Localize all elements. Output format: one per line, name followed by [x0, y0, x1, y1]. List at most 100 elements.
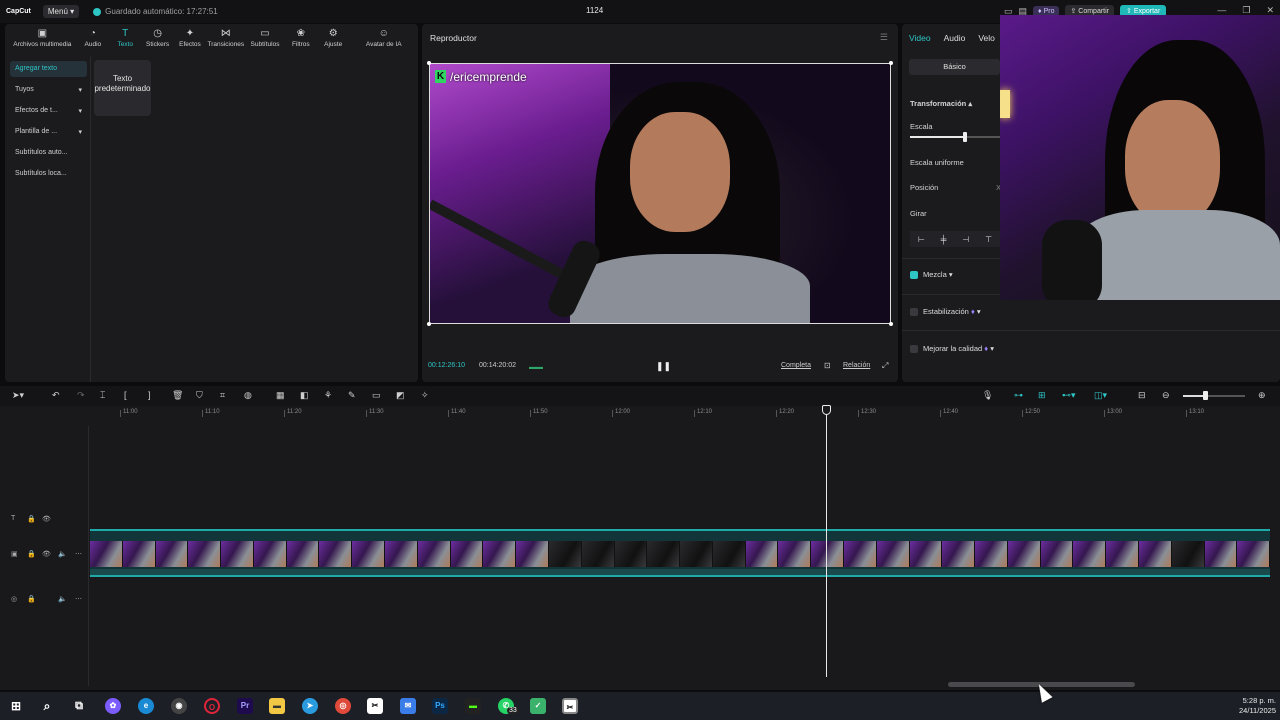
premiere-icon[interactable]: Pr — [237, 698, 253, 714]
zoom-handle[interactable] — [1203, 391, 1208, 400]
resize-handle[interactable] — [427, 61, 431, 65]
speed-icon[interactable]: ◍ — [244, 390, 252, 401]
project-title[interactable]: 1124 — [586, 6, 603, 15]
copilot-icon[interactable]: ✿ — [105, 698, 121, 714]
search-icon[interactable]: ⌕ — [39, 698, 55, 714]
photoshop-icon[interactable]: Ps — [432, 698, 448, 714]
redo-icon[interactable]: ↷ — [77, 390, 85, 401]
side-item-templates[interactable]: Plantilla de ... ▾ — [10, 124, 87, 140]
align-left-icon[interactable]: ⊢ — [918, 235, 925, 244]
tab-subtitles[interactable]: ▭ Subtítulos — [245, 28, 284, 48]
scale-slider[interactable] — [910, 132, 1000, 142]
preview-axis-icon[interactable]: ⊷▾ — [1062, 390, 1076, 401]
default-text-card[interactable]: Texto predeterminado — [94, 60, 151, 116]
file-explorer-icon[interactable]: ▬ — [269, 698, 285, 714]
fullscreen-icon[interactable]: ⤢ — [882, 361, 888, 371]
ai-tool-icon[interactable]: ✎ — [348, 390, 356, 401]
eye-icon[interactable]: 👁 — [42, 550, 51, 558]
align-center-icon[interactable]: ╪ — [941, 235, 947, 244]
side-item-mine[interactable]: Tuyos ▾ — [10, 82, 87, 98]
windows-start-icon[interactable]: ⊞ — [8, 698, 24, 714]
split-icon[interactable]: ⌶ — [100, 390, 105, 401]
pause-button[interactable]: ❚❚ — [656, 361, 671, 372]
undo-icon[interactable]: ↶ — [52, 390, 60, 401]
marker-icon[interactable]: ⛉ — [196, 390, 203, 401]
stabilization-label[interactable]: Estabilización ♦ ▾ — [923, 307, 981, 316]
lock-icon[interactable]: 🔒 — [27, 550, 36, 558]
tab-effects[interactable]: ✦ Efectos — [174, 28, 206, 48]
blend-checkbox[interactable] — [910, 271, 918, 279]
enhance-checkbox[interactable] — [910, 345, 918, 353]
split-right-icon[interactable]: ] — [148, 390, 151, 400]
telegram-icon[interactable]: ➤ — [302, 698, 318, 714]
tab-adjust[interactable]: ⚙ Ajuste — [317, 28, 349, 48]
time-ruler[interactable]: 11:00 11:10 11:20 11:30 11:40 11:50 12:00 12:10… — [90, 406, 1280, 420]
menu-button[interactable]: Menú ▾ — [42, 5, 80, 18]
tab-stickers[interactable]: ◷ Stickers — [141, 28, 173, 48]
remove-bg-icon[interactable]: ⚘ — [324, 390, 332, 401]
ratio-button[interactable]: Relación — [843, 362, 870, 369]
link-clips-icon[interactable]: ⊶ — [1014, 390, 1023, 401]
more-icon[interactable]: ⋯ — [75, 595, 82, 603]
resize-handle[interactable] — [889, 322, 893, 326]
more-icon[interactable]: ⋯ — [75, 550, 82, 558]
main-track-icon[interactable]: ◫▾ — [1094, 390, 1107, 401]
freeze-icon[interactable]: ▦ — [276, 390, 285, 401]
tab-filters[interactable]: ❀ Filtros — [285, 28, 317, 48]
tab-speed[interactable]: Velo — [978, 33, 995, 43]
playhead-handle[interactable] — [822, 405, 831, 415]
enhance-label[interactable]: Mejorar la calidad ♦ ▾ — [923, 344, 994, 353]
tab-video[interactable]: Video — [909, 33, 931, 43]
obs-icon[interactable]: ▬ — [465, 698, 481, 714]
lock-icon[interactable]: 🔒 — [27, 515, 36, 523]
tab-text[interactable]: T Texto — [109, 28, 141, 48]
crop-icon[interactable]: ⌗ — [220, 390, 225, 401]
align-right-icon[interactable]: ⊣ — [962, 235, 969, 244]
chrome-dark-icon[interactable]: ◉ — [171, 698, 187, 714]
volume-icon[interactable]: 🔈 — [58, 595, 67, 603]
side-item-add-text[interactable]: Agregar texto — [10, 61, 87, 77]
side-item-local-captions[interactable]: Subtítulos loca... — [10, 166, 87, 182]
transform-section[interactable]: Transformación ▴ — [910, 99, 972, 108]
delete-icon[interactable]: 🗑 — [172, 390, 183, 401]
slider-handle[interactable] — [963, 132, 967, 142]
zoom-slider[interactable] — [1183, 391, 1245, 400]
select-tool-icon[interactable]: ➤▾ — [12, 390, 24, 401]
playhead[interactable] — [826, 405, 827, 677]
capcut-active-icon[interactable]: ✂ — [562, 698, 578, 714]
basic-subtab[interactable]: Básico — [909, 59, 1000, 75]
zoom-in-icon[interactable]: ⊕ — [1258, 390, 1266, 401]
lock-icon[interactable]: 🔒 — [27, 595, 36, 603]
chrome-icon[interactable]: ◎ — [335, 698, 351, 714]
export-frame-icon[interactable]: ◩ — [396, 390, 405, 401]
task-view-icon[interactable]: ⧉ — [71, 698, 87, 714]
video-preview[interactable]: K /ericemprende — [429, 63, 891, 324]
resize-handle[interactable] — [427, 322, 431, 326]
tab-transitions[interactable]: ⋈ Transiciones — [206, 28, 245, 48]
mirror-icon[interactable]: ◧ — [300, 390, 309, 401]
tab-audio-props[interactable]: Audio — [944, 33, 966, 43]
video-clip[interactable] — [90, 529, 1270, 577]
edge-icon[interactable]: e — [138, 698, 154, 714]
opera-icon[interactable]: O — [204, 698, 220, 714]
align-top-icon[interactable]: ⊤ — [985, 235, 992, 244]
capcut-task-icon[interactable]: ✂ — [367, 698, 383, 714]
zoom-out-icon[interactable]: ⊖ — [1162, 390, 1170, 401]
volume-icon[interactable]: 🔈 — [58, 550, 67, 558]
microphone-icon[interactable]: 🎙 — [982, 390, 993, 401]
captions-icon[interactable]: ▭ — [372, 390, 381, 401]
split-left-icon[interactable]: [ — [124, 390, 127, 400]
app-icon[interactable]: ✓ — [530, 698, 546, 714]
blend-label[interactable]: Mezcla ▾ — [923, 270, 953, 279]
side-item-text-effects[interactable]: Efectos de t... ▾ — [10, 103, 87, 119]
player-menu-icon[interactable]: ☰ — [880, 32, 888, 43]
mail-icon[interactable]: ✉ — [400, 698, 416, 714]
resize-handle[interactable] — [889, 61, 893, 65]
stabilization-checkbox[interactable] — [910, 308, 918, 316]
side-item-auto-captions[interactable]: Subtítulos auto... — [10, 145, 87, 161]
tab-audio[interactable]: ◔ Audio — [77, 28, 109, 48]
eye-icon[interactable]: 👁 — [42, 515, 51, 523]
tab-ai-avatar[interactable]: ☺ Avatar de IA — [349, 28, 418, 48]
system-clock[interactable]: 5:28 p. m. 24/11/2025 — [1239, 696, 1276, 716]
screenshot-icon[interactable]: ⊡ — [824, 361, 831, 370]
